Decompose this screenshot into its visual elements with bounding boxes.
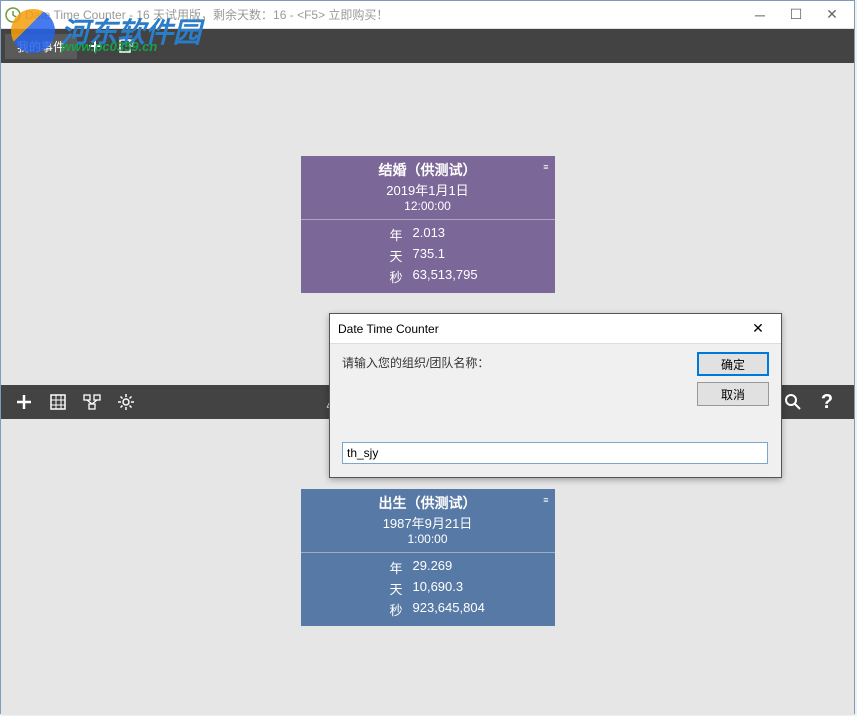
- team-name-dialog: Date Time Counter ✕ 请输入您的组织/团队名称： 确定 取消: [329, 313, 782, 478]
- card-date: 1987年9月21日: [307, 513, 549, 532]
- card-time: 12:00:00: [307, 199, 549, 213]
- window-title: Date Time Counter - 16 天试用版，剩余天数：16 - <F…: [25, 6, 742, 23]
- card-menu-icon[interactable]: ≡: [543, 162, 548, 172]
- add-event-button[interactable]: [9, 387, 39, 417]
- card-date: 2019年1月1日: [307, 180, 549, 199]
- dialog-close-button[interactable]: ✕: [743, 320, 773, 337]
- dialog-title: Date Time Counter: [338, 322, 743, 336]
- team-name-input[interactable]: [342, 442, 768, 464]
- search-button[interactable]: [778, 387, 808, 417]
- titlebar: Date Time Counter - 16 天试用版，剩余天数：16 - <F…: [1, 1, 854, 29]
- wedding-event-card[interactable]: ≡ 结婚（供测试） 2019年1月1日 12:00:00 年2.013 天735…: [301, 156, 555, 293]
- card-title: 结婚（供测试）: [307, 160, 549, 180]
- help-button[interactable]: ?: [812, 387, 842, 417]
- dialog-titlebar: Date Time Counter ✕: [330, 314, 781, 344]
- grid-view-button[interactable]: [43, 387, 73, 417]
- app-icon: [5, 7, 21, 23]
- birth-event-card[interactable]: ≡ 出生（供测试） 1987年9月21日 1:00:00 年29.269 天10…: [301, 489, 555, 626]
- card-menu-icon[interactable]: ≡: [543, 495, 548, 505]
- ok-button[interactable]: 确定: [697, 352, 769, 376]
- add-tab-button[interactable]: [81, 32, 109, 60]
- maximize-button[interactable]: ☐: [778, 4, 814, 26]
- settings-button[interactable]: [111, 387, 141, 417]
- card-title: 出生（供测试）: [307, 493, 549, 513]
- card-time: 1:00:00: [307, 532, 549, 546]
- minimize-button[interactable]: ─: [742, 4, 778, 26]
- edit-tab-button[interactable]: [113, 32, 141, 60]
- main-toolbar: 我的事件: [1, 29, 854, 63]
- events-tab[interactable]: 我的事件: [5, 34, 77, 59]
- flow-button[interactable]: [77, 387, 107, 417]
- close-button[interactable]: ✕: [814, 4, 850, 26]
- cancel-button[interactable]: 取消: [697, 382, 769, 406]
